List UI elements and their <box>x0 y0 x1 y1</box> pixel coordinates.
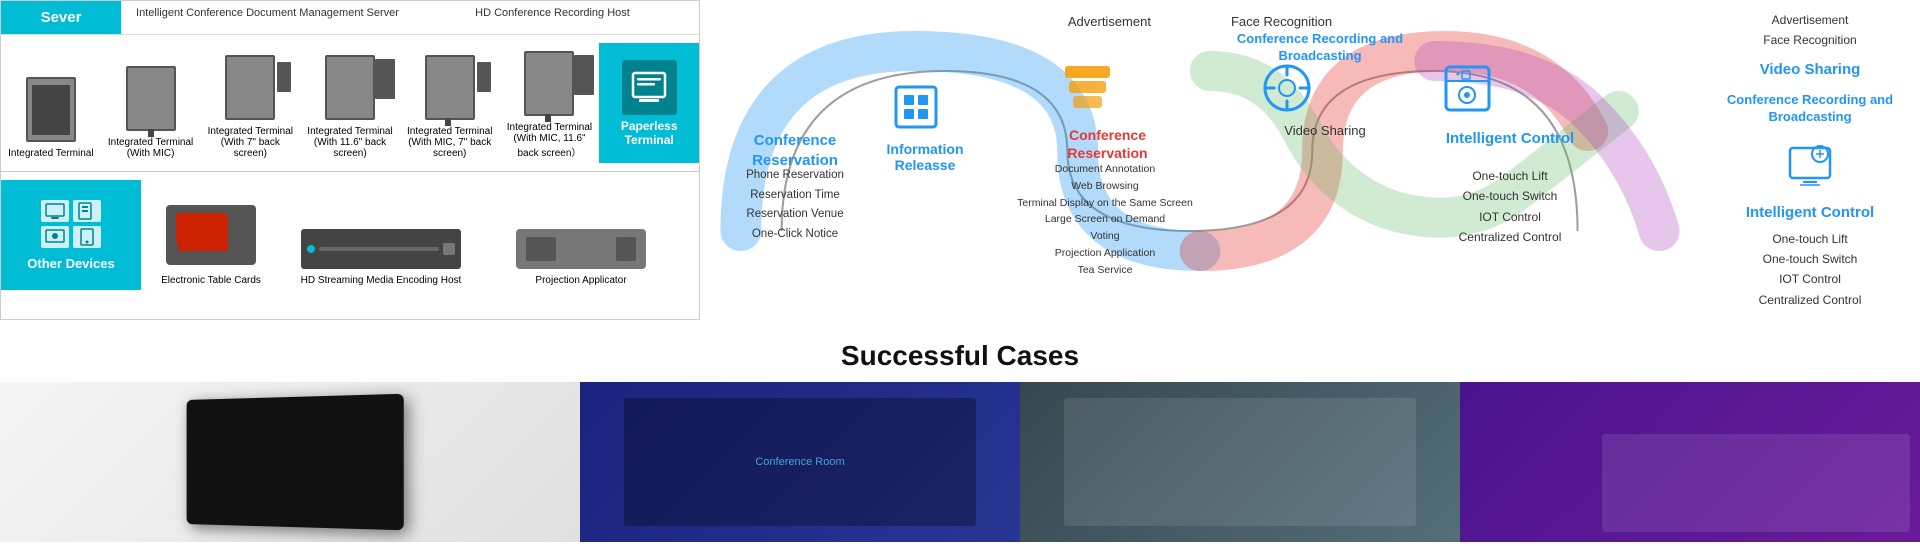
intelligent-control-right: Intelligent Control <box>1710 204 1910 221</box>
device-electronic-table-cards: ■ Electronic Table Cards <box>141 180 281 290</box>
face-recognition-label: Face Recognition <box>1231 14 1332 29</box>
left-panel: Sever Intelligent Conference Document Ma… <box>0 0 700 320</box>
device-integrated-terminal: Integrated Terminal <box>1 43 101 163</box>
paperless-terminal: Paperless Terminal <box>599 43 699 163</box>
case-image-2: Conference Room <box>580 382 1020 542</box>
devices-bottom-row: Other Devices ■ Electronic Table Cards <box>1 172 699 298</box>
device-integrated-terminal-7back: Integrated Terminal (With 7" back screen… <box>200 43 300 163</box>
right-icon-area <box>1710 140 1910 190</box>
case-image-1 <box>0 382 580 542</box>
conf-reservation-sub-items: Phone Reservation Reservation Time Reser… <box>715 166 875 244</box>
conf-reservation-left-label: Conference Reservation <box>720 131 870 170</box>
conf-reservation-center-label: Conference Reservation <box>1030 126 1185 162</box>
video-sharing-label: Video Sharing <box>1710 61 1910 78</box>
top-section: Sever Intelligent Conference Document Ma… <box>0 0 1920 320</box>
right-top-labels: Advertisement Face Recognition <box>1710 10 1910 51</box>
case-image-3 <box>1020 382 1460 542</box>
intelligent-control-sub-items: One-touch Lift One-touch Switch IOT Cont… <box>1420 166 1600 248</box>
video-sharing-sub: Video Sharing <box>1255 123 1395 138</box>
server-label: Sever <box>1 1 121 34</box>
conf-center-icon <box>1060 61 1115 121</box>
device-hd-streaming: HD Streaming Media Encoding Host <box>281 180 481 290</box>
other-devices-box: Other Devices <box>1 180 141 290</box>
conf-center-sub-items: Document Annotation Web Browsing Termina… <box>1000 161 1210 279</box>
diagram-area: Conference Reservation Phone Reservation… <box>700 31 1700 271</box>
conf-recording-label: Conference Recording and Broadcasting <box>1230 31 1410 65</box>
header-item-2: HD Conference Recording Host <box>410 5 695 30</box>
intelligent-control-icon <box>1440 61 1495 121</box>
advertisement-label: Advertisement <box>1068 14 1151 29</box>
top-labels-row: Advertisement Face Recognition <box>700 10 1700 31</box>
device-integrated-terminal-mic: Integrated Terminal (With MIC) <box>101 43 201 163</box>
info-release-icon <box>890 81 942 138</box>
device-projection: Projection Applicator <box>481 180 681 290</box>
conf-rec-broadcast-right: Conference Recording and Broadcasting <box>1710 92 1910 126</box>
header-item-1: Intelligent Conference Document Manageme… <box>125 5 410 30</box>
device-integrated-terminal-mic-11back: Integrated Terminal (With MIC, 11.6" bac… <box>500 43 600 163</box>
info-release-label: Information Releasse <box>855 141 995 173</box>
case-image-4 <box>1460 382 1920 542</box>
conf-recording-icon <box>1260 61 1315 121</box>
device-integrated-terminal-11back: Integrated Terminal (With 11.6" back scr… <box>300 43 400 163</box>
middle-diagram-panel: Advertisement Face Recognition Conferenc… <box>700 0 1700 320</box>
right-sub-items: One-touch Lift One-touch Switch IOT Cont… <box>1710 229 1910 311</box>
cases-images-row: Conference Room <box>0 382 1920 542</box>
successful-cases-title: Successful Cases <box>0 330 1920 382</box>
device-integrated-terminal-mic-7back: Integrated Terminal (With MIC, 7" back s… <box>400 43 500 163</box>
successful-cases-section: Successful Cases Conference Room <box>0 320 1920 546</box>
right-panel: Advertisement Face Recognition Video Sha… <box>1700 0 1920 320</box>
intelligent-control-label: Intelligent Control <box>1420 129 1600 149</box>
devices-top-row: Integrated Terminal Integrated Terminal … <box>1 35 699 172</box>
